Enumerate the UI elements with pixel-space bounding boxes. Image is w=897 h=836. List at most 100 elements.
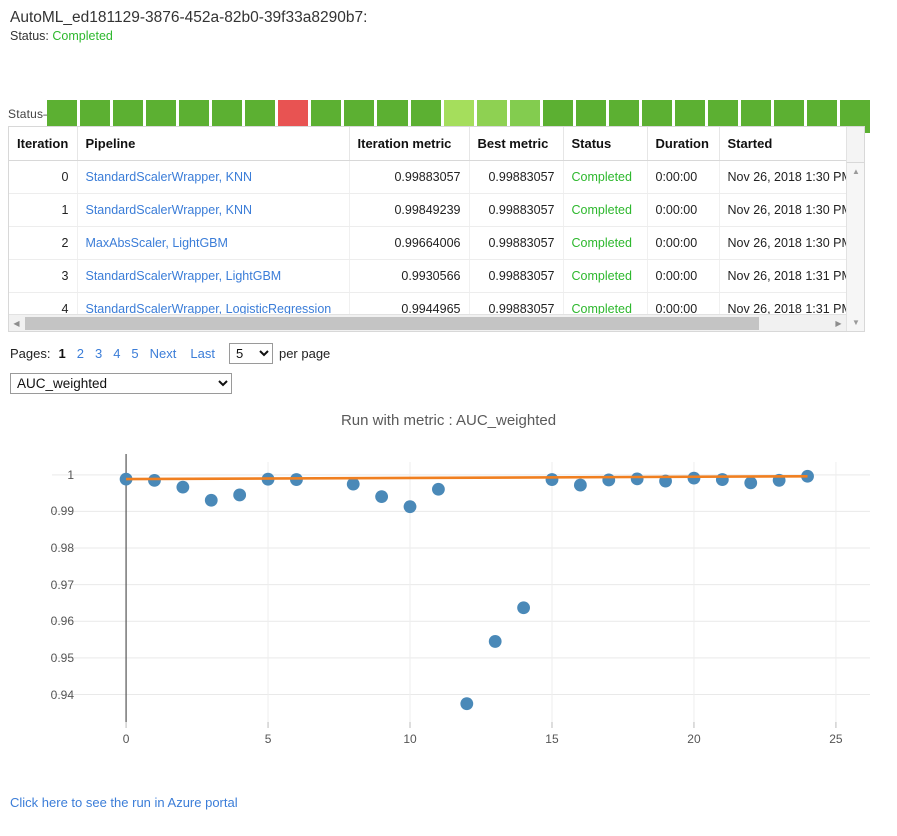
pagination-next[interactable]: Next xyxy=(150,346,177,361)
pagination-page-2[interactable]: 2 xyxy=(77,346,84,361)
cell-status: Completed xyxy=(563,260,647,293)
run-header: AutoML_ed181129-3876-452a-82b0-39f33a829… xyxy=(0,0,897,44)
scroll-left-icon[interactable]: ◀ xyxy=(9,315,24,331)
chart-point[interactable] xyxy=(517,601,530,614)
chart-point[interactable] xyxy=(688,472,701,485)
pagination-page-4[interactable]: 4 xyxy=(113,346,120,361)
cell-started: Nov 26, 2018 1:30 PM xyxy=(719,194,846,227)
cell-iteration: 2 xyxy=(9,227,77,260)
pagination-page-1[interactable]: 1 xyxy=(58,346,65,361)
column-header-status[interactable]: Status xyxy=(563,127,647,161)
chart-point[interactable] xyxy=(233,489,246,502)
hscroll-thumb[interactable] xyxy=(25,317,759,330)
azure-portal-link[interactable]: Click here to see the run in Azure porta… xyxy=(10,795,238,810)
cell-best-metric: 0.99883057 xyxy=(469,161,563,194)
pipeline-link[interactable]: StandardScalerWrapper, LightGBM xyxy=(86,269,282,283)
per-page-select[interactable]: 5102550 xyxy=(229,343,273,364)
cell-iteration: 1 xyxy=(9,194,77,227)
column-header-started[interactable]: Started xyxy=(719,127,846,161)
cell-status: Completed xyxy=(563,194,647,227)
chart-point[interactable] xyxy=(432,483,445,496)
column-header-iteration[interactable]: Iteration xyxy=(9,127,77,161)
row-status-badge: Completed xyxy=(572,269,632,283)
chart-point[interactable] xyxy=(404,500,417,513)
page-title: AutoML_ed181129-3876-452a-82b0-39f33a829… xyxy=(10,8,897,27)
chart-point[interactable] xyxy=(205,494,218,507)
cell-duration: 0:00:00 xyxy=(647,161,719,194)
cell-iteration-metric: 0.99664006 xyxy=(349,227,469,260)
pagination-page-3[interactable]: 3 xyxy=(95,346,102,361)
cell-pipeline[interactable]: StandardScalerWrapper, KNN xyxy=(77,161,349,194)
cell-iteration: 3 xyxy=(9,260,77,293)
cell-started: Nov 26, 2018 1:30 PM xyxy=(719,227,846,260)
iterations-grid: Iteration Pipeline Iteration metric Best… xyxy=(9,127,846,326)
column-header-pipeline[interactable]: Pipeline xyxy=(77,127,349,161)
scroll-up-icon[interactable]: ▲ xyxy=(847,163,865,180)
table-horizontal-scrollbar[interactable]: ◀ ▶ xyxy=(9,314,846,331)
chart-svg xyxy=(0,450,897,772)
cell-pipeline[interactable]: MaxAbsScaler, LightGBM xyxy=(77,227,349,260)
chart-point[interactable] xyxy=(176,481,189,494)
cell-duration: 0:00:00 xyxy=(647,194,719,227)
hscroll-track[interactable] xyxy=(24,317,831,330)
chart-point[interactable] xyxy=(460,697,473,710)
chart-y-label: 1 xyxy=(0,468,80,482)
scroll-down-icon[interactable]: ▼ xyxy=(847,314,865,331)
pagination-label: Pages: xyxy=(10,346,50,361)
table-row[interactable]: 0 StandardScalerWrapper, KNN 0.998830570.9… xyxy=(9,161,846,194)
table-row[interactable]: 2 MaxAbsScaler, LightGBM 0.996640060.99883… xyxy=(9,227,846,260)
scroll-right-icon[interactable]: ▶ xyxy=(831,315,846,331)
table-row[interactable]: 1StandardScalerWrapper, KNN0.998492390.9… xyxy=(9,194,846,227)
chart-y-label: 0.95 xyxy=(0,651,80,665)
row-status-badge: Completed xyxy=(572,236,632,250)
table-row[interactable]: 3 StandardScalerWrapper, LightGBM 0.993056… xyxy=(9,260,846,293)
cell-pipeline[interactable]: StandardScalerWrapper, KNN xyxy=(77,194,349,227)
cell-iteration-metric: 0.9930566 xyxy=(349,260,469,293)
iterations-table: Iteration Pipeline Iteration metric Best… xyxy=(8,126,865,332)
chart-point[interactable] xyxy=(716,473,729,486)
chart-line-best-metric xyxy=(126,476,807,479)
cell-best-metric: 0.99883057 xyxy=(469,194,563,227)
pipeline-link[interactable]: MaxAbsScaler, LightGBM xyxy=(86,236,228,250)
table-header-row: Iteration Pipeline Iteration metric Best… xyxy=(9,127,846,161)
chart-point[interactable] xyxy=(631,472,644,485)
cell-best-metric: 0.99883057 xyxy=(469,227,563,260)
chart-x-label: 20 xyxy=(687,732,700,746)
chart-x-label: 15 xyxy=(545,732,558,746)
chart-y-label: 0.94 xyxy=(0,688,80,702)
cell-duration: 0:00:00 xyxy=(647,227,719,260)
chart-y-label: 0.98 xyxy=(0,541,80,555)
chart-point[interactable] xyxy=(347,478,360,491)
chart-point[interactable] xyxy=(602,474,615,487)
chart-point[interactable] xyxy=(574,479,587,492)
chart-x-label: 5 xyxy=(265,732,272,746)
cell-started: Nov 26, 2018 1:31 PM xyxy=(719,260,846,293)
chart-point[interactable] xyxy=(744,476,757,489)
cell-started: Nov 26, 2018 1:30 PM xyxy=(719,161,846,194)
cell-pipeline[interactable]: StandardScalerWrapper, LightGBM xyxy=(77,260,349,293)
cell-iteration: 0 xyxy=(9,161,77,194)
chart-point[interactable] xyxy=(148,474,161,487)
chart-point[interactable] xyxy=(375,490,388,503)
pagination-page-5[interactable]: 5 xyxy=(131,346,138,361)
chart-point[interactable] xyxy=(546,473,559,486)
cell-status: Completed xyxy=(563,161,647,194)
pagination-last[interactable]: Last xyxy=(190,346,215,361)
cell-iteration-metric: 0.99883057 xyxy=(349,161,469,194)
chart-x-label: 0 xyxy=(123,732,130,746)
metric-chart: Run with metric : AUC_weighted 0.940.950… xyxy=(0,402,897,772)
pipeline-link[interactable]: StandardScalerWrapper, KNN xyxy=(86,203,253,217)
column-header-duration[interactable]: Duration xyxy=(647,127,719,161)
table-vertical-scrollbar[interactable]: ▲ ▼ xyxy=(846,163,864,331)
chart-point[interactable] xyxy=(489,635,502,648)
metric-select[interactable]: AUC_weightedaccuracyAUC_macroAUC_microf1… xyxy=(10,373,232,394)
chart-x-label: 10 xyxy=(403,732,416,746)
cell-status: Completed xyxy=(563,227,647,260)
table-scroll-corner xyxy=(846,127,864,163)
status-label: Status: xyxy=(10,29,49,43)
pipeline-link[interactable]: StandardScalerWrapper, KNN xyxy=(86,170,253,184)
column-header-best-metric[interactable]: Best metric xyxy=(469,127,563,161)
column-header-iteration-metric[interactable]: Iteration metric xyxy=(349,127,469,161)
status-strip: Status– 024681012141618202224 xyxy=(0,52,897,120)
chart-y-label: 0.97 xyxy=(0,578,80,592)
